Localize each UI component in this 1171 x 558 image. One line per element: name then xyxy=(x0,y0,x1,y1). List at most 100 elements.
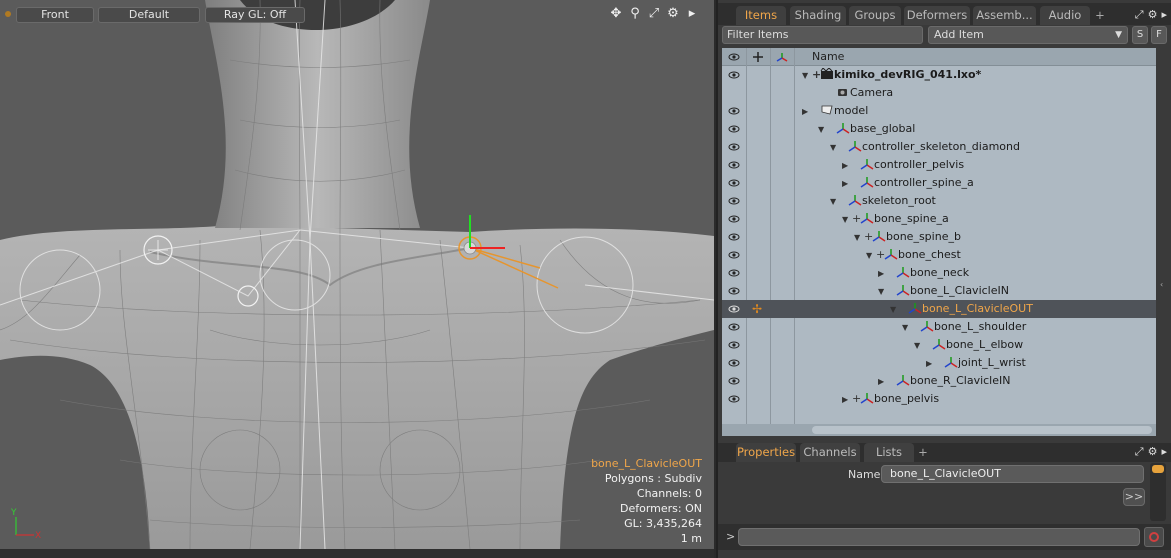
expand-right-icon[interactable]: ▶ xyxy=(802,105,812,119)
tree-item[interactable]: Camera xyxy=(818,86,893,100)
tab-properties[interactable]: Properties xyxy=(736,443,796,462)
arrow-right-icon[interactable]: ▸ xyxy=(684,6,700,22)
raygl-toggle[interactable]: Ray GL: Off xyxy=(205,7,305,23)
tree-row[interactable]: ▼ + kimiko_devRIG_041.lxo* xyxy=(722,66,1156,84)
move-view-icon[interactable]: ✥ xyxy=(608,6,624,22)
arrow-right-icon[interactable]: ▸ xyxy=(1161,8,1167,22)
3d-viewport[interactable]: Front Default Ray GL: Off ✥ ⚲ ⤢ ⚙ ▸ bone… xyxy=(0,0,714,549)
horizontal-scroll-thumb[interactable] xyxy=(812,426,1152,434)
lock-column-icon[interactable] xyxy=(752,51,764,63)
tree-item[interactable]: ▼ controller_skeleton_diamond xyxy=(830,140,1020,154)
tree-vertical-scrollbar[interactable]: ‹ xyxy=(1156,48,1170,436)
maximize-icon[interactable]: ⤢ xyxy=(1135,445,1144,459)
visibility-eye-icon[interactable] xyxy=(728,231,740,243)
tree-horizontal-scrollbar[interactable] xyxy=(722,424,1156,436)
visibility-eye-icon[interactable] xyxy=(728,303,740,315)
expand-right-icon[interactable]: ▶ xyxy=(842,393,852,407)
name-field[interactable]: bone_L_ClavicleOUT xyxy=(881,465,1144,483)
expand-down-icon[interactable]: ▼ xyxy=(866,249,876,263)
tree-item[interactable]: ▶ bone_R_ClavicleIN xyxy=(878,374,1010,388)
visibility-eye-icon[interactable] xyxy=(728,213,740,225)
expand-down-icon[interactable]: ▼ xyxy=(842,213,852,227)
add-tab-button[interactable]: + xyxy=(1092,6,1108,25)
expand-down-icon[interactable]: ▼ xyxy=(914,339,924,353)
arrow-right-icon[interactable]: ▸ xyxy=(1161,445,1167,459)
expand-down-icon[interactable]: ▼ xyxy=(854,231,864,245)
visibility-eye-icon[interactable] xyxy=(728,159,740,171)
tree-item[interactable]: ▼ skeleton_root xyxy=(830,194,936,208)
expand-down-icon[interactable]: ▼ xyxy=(902,321,912,335)
visibility-eye-icon[interactable] xyxy=(728,357,740,369)
f-button[interactable]: F xyxy=(1151,26,1167,44)
expand-down-icon[interactable]: ▼ xyxy=(830,195,840,209)
visibility-eye-icon[interactable] xyxy=(728,249,740,261)
tab-lists[interactable]: Lists xyxy=(864,443,914,462)
tree-row[interactable]: ▶ + bone_pelvis xyxy=(722,390,1156,408)
tree-row[interactable]: ▼ controller_skeleton_diamond xyxy=(722,138,1156,156)
tree-row[interactable]: ▼ + bone_chest xyxy=(722,246,1156,264)
visibility-eye-icon[interactable] xyxy=(728,393,740,405)
tree-row[interactable]: ▶ model xyxy=(722,102,1156,120)
maximize-icon[interactable]: ⤢ xyxy=(1135,8,1144,22)
tab-deformers[interactable]: Deformers xyxy=(904,6,970,25)
visibility-eye-icon[interactable] xyxy=(728,339,740,351)
tree-item[interactable]: ▶ joint_L_wrist xyxy=(926,356,1026,370)
tab-groups[interactable]: Groups xyxy=(849,6,901,25)
expand-down-icon[interactable]: ▼ xyxy=(802,69,812,83)
visibility-column-icon[interactable] xyxy=(728,51,740,63)
zoom-view-icon[interactable]: ⚲ xyxy=(627,6,643,22)
gear-icon[interactable]: ⚙ xyxy=(1148,445,1158,459)
visibility-eye-icon[interactable] xyxy=(728,285,740,297)
tree-row[interactable]: Camera xyxy=(722,84,1156,102)
tree-row[interactable]: ▶ joint_L_wrist xyxy=(722,354,1156,372)
tree-row[interactable]: ▼ + bone_spine_a xyxy=(722,210,1156,228)
tree-item[interactable]: ▼ bone_L_shoulder xyxy=(902,320,1026,334)
tree-row[interactable]: ▶ controller_spine_a xyxy=(722,174,1156,192)
tab-channels[interactable]: Channels xyxy=(800,443,860,462)
scrollbar-thumb-icon[interactable]: ‹ xyxy=(1160,280,1165,290)
expand-down-icon[interactable]: ▼ xyxy=(878,285,888,299)
expand-plus-icon[interactable]: + xyxy=(852,212,861,226)
expand-right-icon[interactable]: ▶ xyxy=(878,267,888,281)
tree-row[interactable]: ▼ bone_L_elbow xyxy=(722,336,1156,354)
tree-item[interactable]: ▼ base_global xyxy=(818,122,915,136)
tree-item[interactable]: ▼ bone_L_ClavicleOUT xyxy=(890,302,1033,316)
filter-items-input[interactable]: Filter Items xyxy=(722,26,923,44)
visibility-eye-icon[interactable] xyxy=(728,105,740,117)
tree-item[interactable]: ▼ + bone_spine_a xyxy=(842,212,949,226)
record-icon[interactable] xyxy=(1144,527,1164,547)
visibility-eye-icon[interactable] xyxy=(728,123,740,135)
tree-item[interactable]: ▼ + kimiko_devRIG_041.lxo* xyxy=(802,68,981,82)
tree-row[interactable]: ▶ controller_pelvis xyxy=(722,156,1156,174)
s-button[interactable]: S xyxy=(1132,26,1148,44)
properties-scroll-thumb[interactable] xyxy=(1152,465,1164,473)
tab-shading[interactable]: Shading xyxy=(790,6,846,25)
visibility-eye-icon[interactable] xyxy=(728,141,740,153)
tree-row[interactable]: ▶ bone_R_ClavicleIN xyxy=(722,372,1156,390)
lock-marker-icon[interactable]: ✢ xyxy=(752,302,762,316)
expand-down-icon[interactable]: ▼ xyxy=(830,141,840,155)
tree-item[interactable]: ▶ controller_pelvis xyxy=(842,158,964,172)
expand-right-icon[interactable]: ▶ xyxy=(878,375,888,389)
more-button[interactable]: >> xyxy=(1123,488,1145,506)
command-input[interactable] xyxy=(738,528,1140,546)
maximize-icon[interactable]: ⤢ xyxy=(646,6,662,22)
tab-audio[interactable]: Audio xyxy=(1040,6,1090,25)
expand-plus-icon[interactable]: + xyxy=(876,248,885,262)
tab-items[interactable]: Items xyxy=(736,6,786,25)
add-item-dropdown[interactable]: Add Item ▼ xyxy=(928,26,1128,44)
shading-style-dropdown[interactable]: Default xyxy=(98,7,200,23)
tree-row[interactable]: ▶ bone_neck xyxy=(722,264,1156,282)
expand-down-icon[interactable]: ▼ xyxy=(818,123,828,137)
visibility-eye-icon[interactable] xyxy=(728,375,740,387)
tree-item[interactable]: ▼ + bone_chest xyxy=(866,248,961,262)
viewport-options-icon[interactable] xyxy=(5,11,11,17)
tree-item[interactable]: ▼ + bone_spine_b xyxy=(854,230,961,244)
tree-row[interactable]: ▼ bone_L_shoulder xyxy=(722,318,1156,336)
gear-icon[interactable]: ⚙ xyxy=(1148,8,1158,22)
tree-item[interactable]: ▶ + bone_pelvis xyxy=(842,392,939,406)
add-tab-button[interactable]: + xyxy=(916,443,930,462)
properties-scrollbar[interactable] xyxy=(1150,463,1166,521)
visibility-eye-icon[interactable] xyxy=(728,321,740,333)
gear-icon[interactable]: ⚙ xyxy=(665,6,681,22)
